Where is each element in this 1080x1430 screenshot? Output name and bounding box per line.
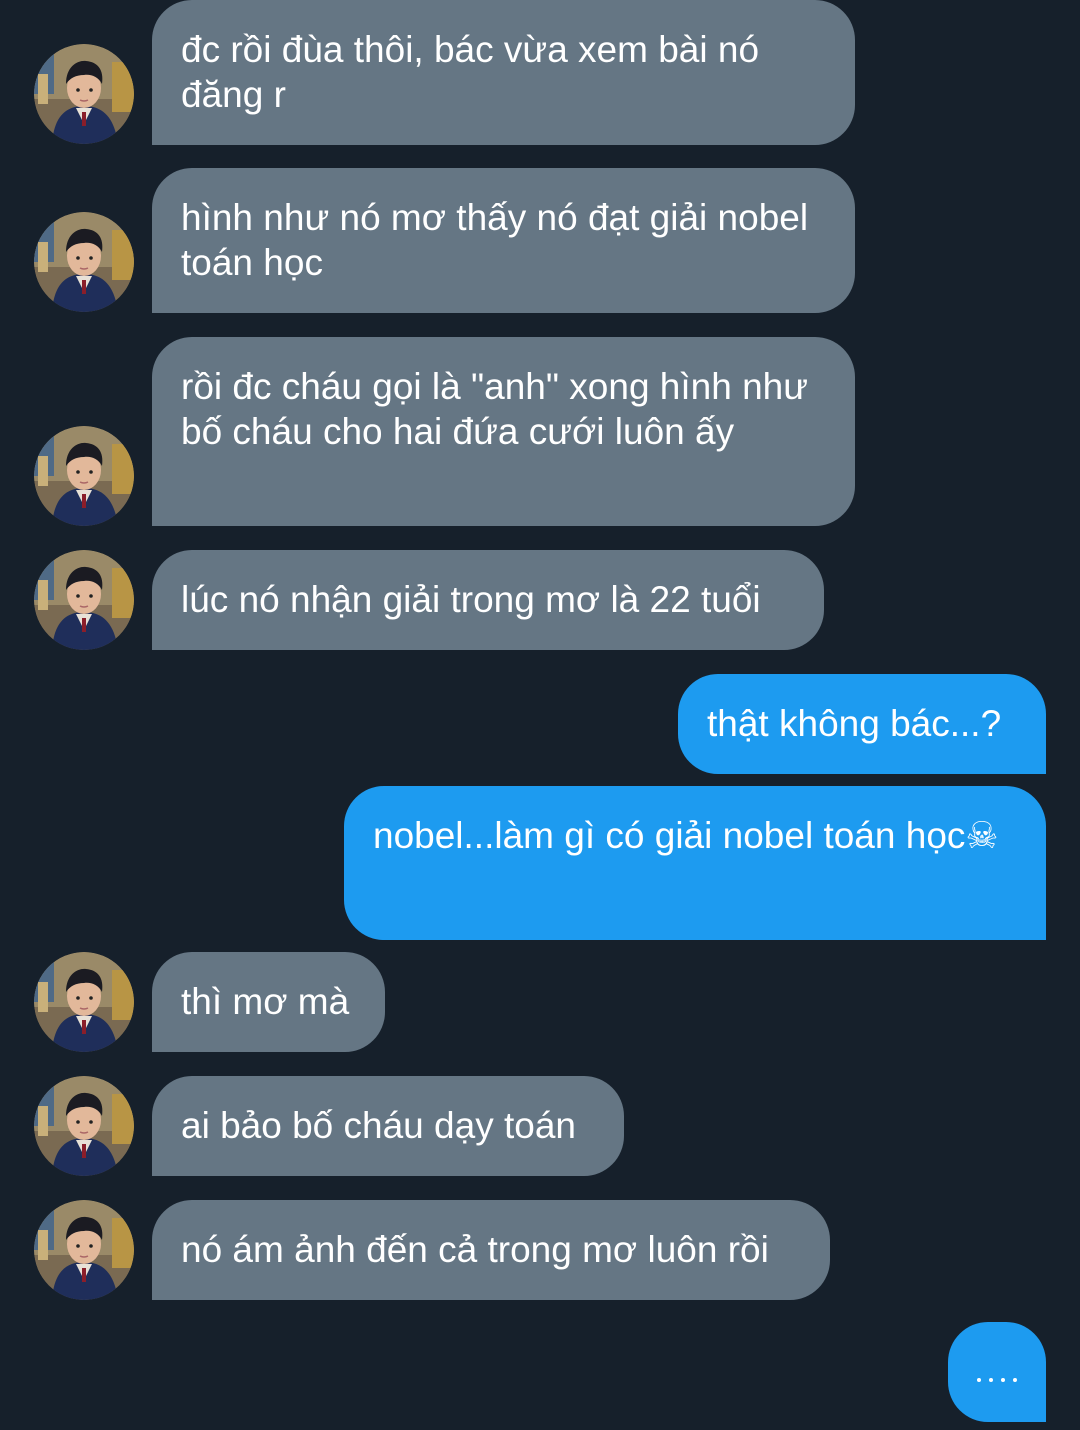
incoming-message-bubble[interactable]: rồi đc cháu gọi là "anh" xong hình như b… [152,337,855,526]
incoming-message-bubble[interactable]: nó ám ảnh đến cả trong mơ luôn rồi [152,1200,830,1300]
incoming-message-bubble[interactable]: hình như nó mơ thấy nó đạt giải nobel to… [152,168,855,313]
avatar-photo-icon [34,550,134,650]
message-text: nó ám ảnh đến cả trong mơ luôn rồi [181,1229,769,1270]
typing-dots-icon [977,1378,1017,1382]
avatar-photo-icon [34,1200,134,1300]
incoming-message-bubble[interactable]: đc rồi đùa thôi, bác vừa xem bài nó đăng… [152,0,855,145]
incoming-message-bubble[interactable]: thì mơ mà [152,952,385,1052]
message-text: nobel...làm gì có giải nobel toán học☠ [373,815,999,856]
incoming-message-bubble[interactable]: lúc nó nhận giải trong mơ là 22 tuổi [152,550,824,650]
outgoing-message-bubble[interactable]: nobel...làm gì có giải nobel toán học☠ [344,786,1046,940]
avatar-photo-icon [34,426,134,526]
incoming-message-bubble[interactable]: ai bảo bố cháu dạy toán [152,1076,624,1176]
avatar-photo-icon [34,44,134,144]
message-text: đc rồi đùa thôi, bác vừa xem bài nó đăng… [181,29,760,115]
sender-avatar[interactable] [34,550,134,650]
sender-avatar[interactable] [34,426,134,526]
avatar-photo-icon [34,1076,134,1176]
outgoing-message-bubble[interactable]: thật không bác...? [678,674,1046,774]
sender-avatar[interactable] [34,44,134,144]
message-text: ai bảo bố cháu dạy toán [181,1105,576,1146]
sender-avatar[interactable] [34,1200,134,1300]
sender-avatar[interactable] [34,952,134,1052]
typing-indicator [948,1322,1046,1422]
message-text: hình như nó mơ thấy nó đạt giải nobel to… [181,197,809,283]
message-text: thật không bác...? [707,703,1002,744]
avatar-photo-icon [34,952,134,1052]
sender-avatar[interactable] [34,1076,134,1176]
message-text: thì mơ mà [181,981,350,1022]
message-text: rồi đc cháu gọi là "anh" xong hình như b… [181,366,809,452]
sender-avatar[interactable] [34,212,134,312]
message-text: lúc nó nhận giải trong mơ là 22 tuổi [181,579,761,620]
avatar-photo-icon [34,212,134,312]
